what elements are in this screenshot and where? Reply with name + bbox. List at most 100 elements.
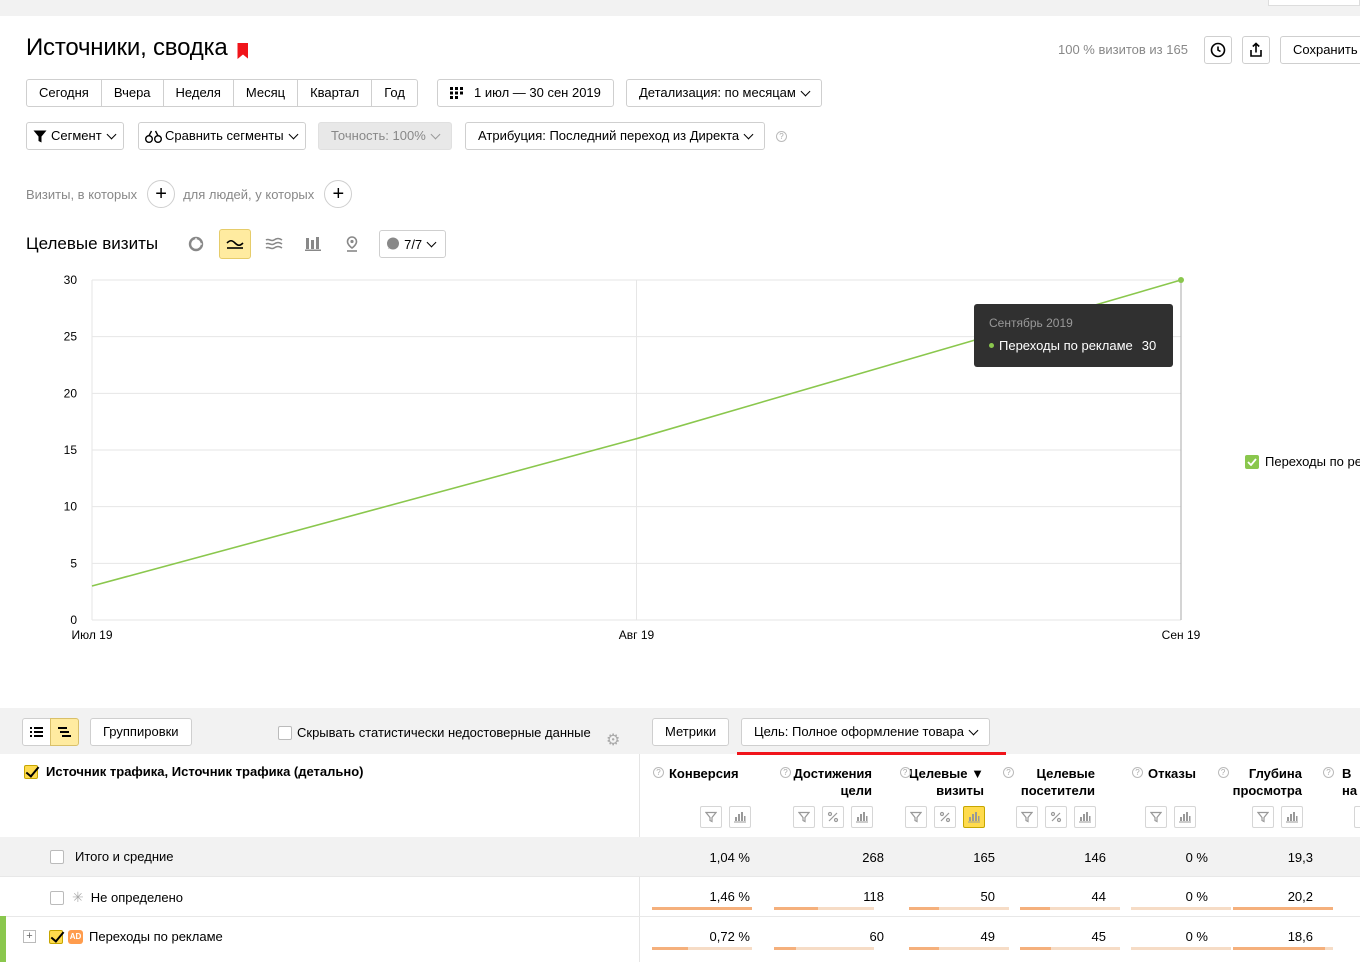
scroll-edge-tool[interactable] <box>1354 806 1360 828</box>
history-button[interactable] <box>1204 36 1232 64</box>
help-icon[interactable]: ? <box>1132 767 1143 778</box>
table-cell: 44 <box>1091 889 1106 904</box>
table-cell: 19,3 <box>1287 850 1313 865</box>
map-view-button[interactable] <box>336 229 368 259</box>
table-row[interactable]: + AD Переходы по рекламе 0,72 % 60 49 45 0 % 18,… <box>0 916 1360 956</box>
hide-unreliable-checkbox[interactable]: Скрывать статистически недостоверные дан… <box>278 725 591 740</box>
period-quarter-button[interactable]: Квартал <box>297 79 373 107</box>
funnel-icon[interactable] <box>1252 806 1274 828</box>
groupings-button[interactable]: Группировки <box>90 718 192 746</box>
goal-underline <box>737 752 1006 755</box>
histogram-icon[interactable] <box>1174 806 1196 828</box>
row-checkbox[interactable] <box>49 929 63 944</box>
table-cell: 50 <box>980 889 995 904</box>
column-header-extra[interactable]: Вна <box>1342 765 1360 799</box>
row-checkbox[interactable] <box>50 849 64 864</box>
percent-icon[interactable] <box>934 806 956 828</box>
funnel-icon[interactable] <box>793 806 815 828</box>
series-selector-dropdown[interactable]: 7/7 <box>379 230 447 258</box>
value-bar-fill <box>1233 947 1325 950</box>
goal-dropdown[interactable]: Цель: Полное оформление товара <box>741 718 991 746</box>
help-icon[interactable]: ? <box>780 767 791 778</box>
histogram-icon[interactable] <box>851 806 873 828</box>
help-icon[interactable]: ? <box>899 767 911 778</box>
expand-row-button[interactable]: + <box>23 930 36 943</box>
tree-view-button[interactable] <box>50 718 79 746</box>
attribution-dropdown[interactable]: Атрибуция: Последний переход из Директа <box>465 122 766 150</box>
clock-icon <box>1210 42 1226 58</box>
column-header-goal-reaches[interactable]: Достижения цели <box>762 765 872 799</box>
date-range-label: 1 июл — 30 сен 2019 <box>474 85 601 100</box>
gear-icon[interactable]: ⚙ <box>606 730 620 750</box>
attribution-help-icon[interactable]: ? <box>776 131 787 142</box>
table-cell: 0 % <box>1185 929 1208 944</box>
column-tools <box>786 806 873 828</box>
bar-chart-view-button[interactable] <box>297 229 329 259</box>
line-chart-icon <box>226 239 244 249</box>
add-people-condition-button[interactable]: + <box>324 180 353 208</box>
row-checkbox[interactable] <box>50 890 64 905</box>
chevron-down-icon <box>430 129 441 139</box>
totals-row[interactable]: Итого и средние 1,04 % 268 165 146 0 % 19,3 <box>0 837 1360 877</box>
save-button[interactable]: Сохранить <box>1280 36 1360 64</box>
column-header-goal-visits[interactable]: Целевые ▼ визиты <box>874 765 984 799</box>
funnel-icon[interactable] <box>1016 806 1038 828</box>
chevron-down-icon <box>106 129 117 139</box>
column-header-line: Целевые <box>1036 766 1095 781</box>
top-tab[interactable] <box>1268 0 1360 6</box>
funnel-icon[interactable] <box>905 806 927 828</box>
period-week-button[interactable]: Неделя <box>162 79 234 107</box>
add-visits-condition-button[interactable]: + <box>147 180 176 208</box>
legend-label: Переходы по ре <box>1265 454 1360 469</box>
line-chart-view-button[interactable] <box>219 229 252 259</box>
percent-icon[interactable] <box>822 806 844 828</box>
title-row: Источники, сводка <box>26 34 249 62</box>
table-cell: 165 <box>973 850 995 865</box>
funnel-icon[interactable] <box>1145 806 1167 828</box>
period-yesterday-button[interactable]: Вчера <box>100 79 164 107</box>
list-view-button[interactable] <box>22 718 51 746</box>
funnel-icon[interactable] <box>700 806 722 828</box>
table-cell: 49 <box>980 929 995 944</box>
export-button[interactable] <box>1242 36 1270 64</box>
detail-dropdown[interactable]: Детализация: по месяцам <box>626 79 822 107</box>
bar-chart-icon <box>305 237 322 251</box>
percent-icon[interactable] <box>1045 806 1067 828</box>
column-header-page-depth[interactable]: Глубина просмотра <box>1192 765 1302 799</box>
value-bar <box>1020 907 1120 910</box>
histogram-icon[interactable] <box>729 806 751 828</box>
column-header-line: Целевые ▼ <box>908 766 984 781</box>
period-today-button[interactable]: Сегодня <box>26 79 102 107</box>
map-pin-icon <box>346 236 358 252</box>
column-header-line: Достижения <box>793 766 872 781</box>
histogram-icon[interactable] <box>963 806 985 828</box>
help-icon[interactable]: ? <box>1003 767 1014 778</box>
selected-row-marker <box>0 916 6 962</box>
value-bar <box>1020 947 1120 950</box>
help-icon[interactable]: ? <box>1217 767 1229 778</box>
histogram-icon[interactable] <box>1074 806 1096 828</box>
area-chart-view-button[interactable] <box>258 229 290 259</box>
period-year-button[interactable]: Год <box>371 79 418 107</box>
help-icon[interactable]: ? <box>1323 767 1334 778</box>
period-month-button[interactable]: Месяц <box>232 79 299 107</box>
value-bar <box>909 947 1009 950</box>
checkbox[interactable] <box>278 725 292 740</box>
table-row[interactable]: ✳ Не определено 1,46 % 118 50 44 0 % 20,2 <box>0 876 1360 916</box>
row-label-cell: ✳ Не определено <box>50 889 183 906</box>
bookmark-icon[interactable] <box>237 43 249 59</box>
chart-legend-item[interactable]: Переходы по ре <box>1245 454 1360 469</box>
compare-segments-dropdown[interactable]: Сравнить сегменты <box>138 122 306 150</box>
column-header-goal-visitors[interactable]: Целевые посетители <box>985 765 1095 799</box>
metrics-button[interactable]: Метрики <box>652 718 730 746</box>
column-tools <box>1009 806 1096 828</box>
histogram-icon[interactable] <box>1281 806 1303 828</box>
table-cell: 0 % <box>1185 850 1208 865</box>
pie-chart-view-button[interactable] <box>180 229 212 259</box>
series-count: 7/7 <box>404 236 423 252</box>
date-range-button[interactable]: 1 июл — 30 сен 2019 <box>437 79 614 107</box>
select-all-checkbox[interactable] <box>24 764 38 779</box>
help-icon[interactable]: ? <box>653 767 664 778</box>
segment-dropdown[interactable]: Сегмент <box>26 122 124 150</box>
row-label: Не определено <box>90 890 184 905</box>
